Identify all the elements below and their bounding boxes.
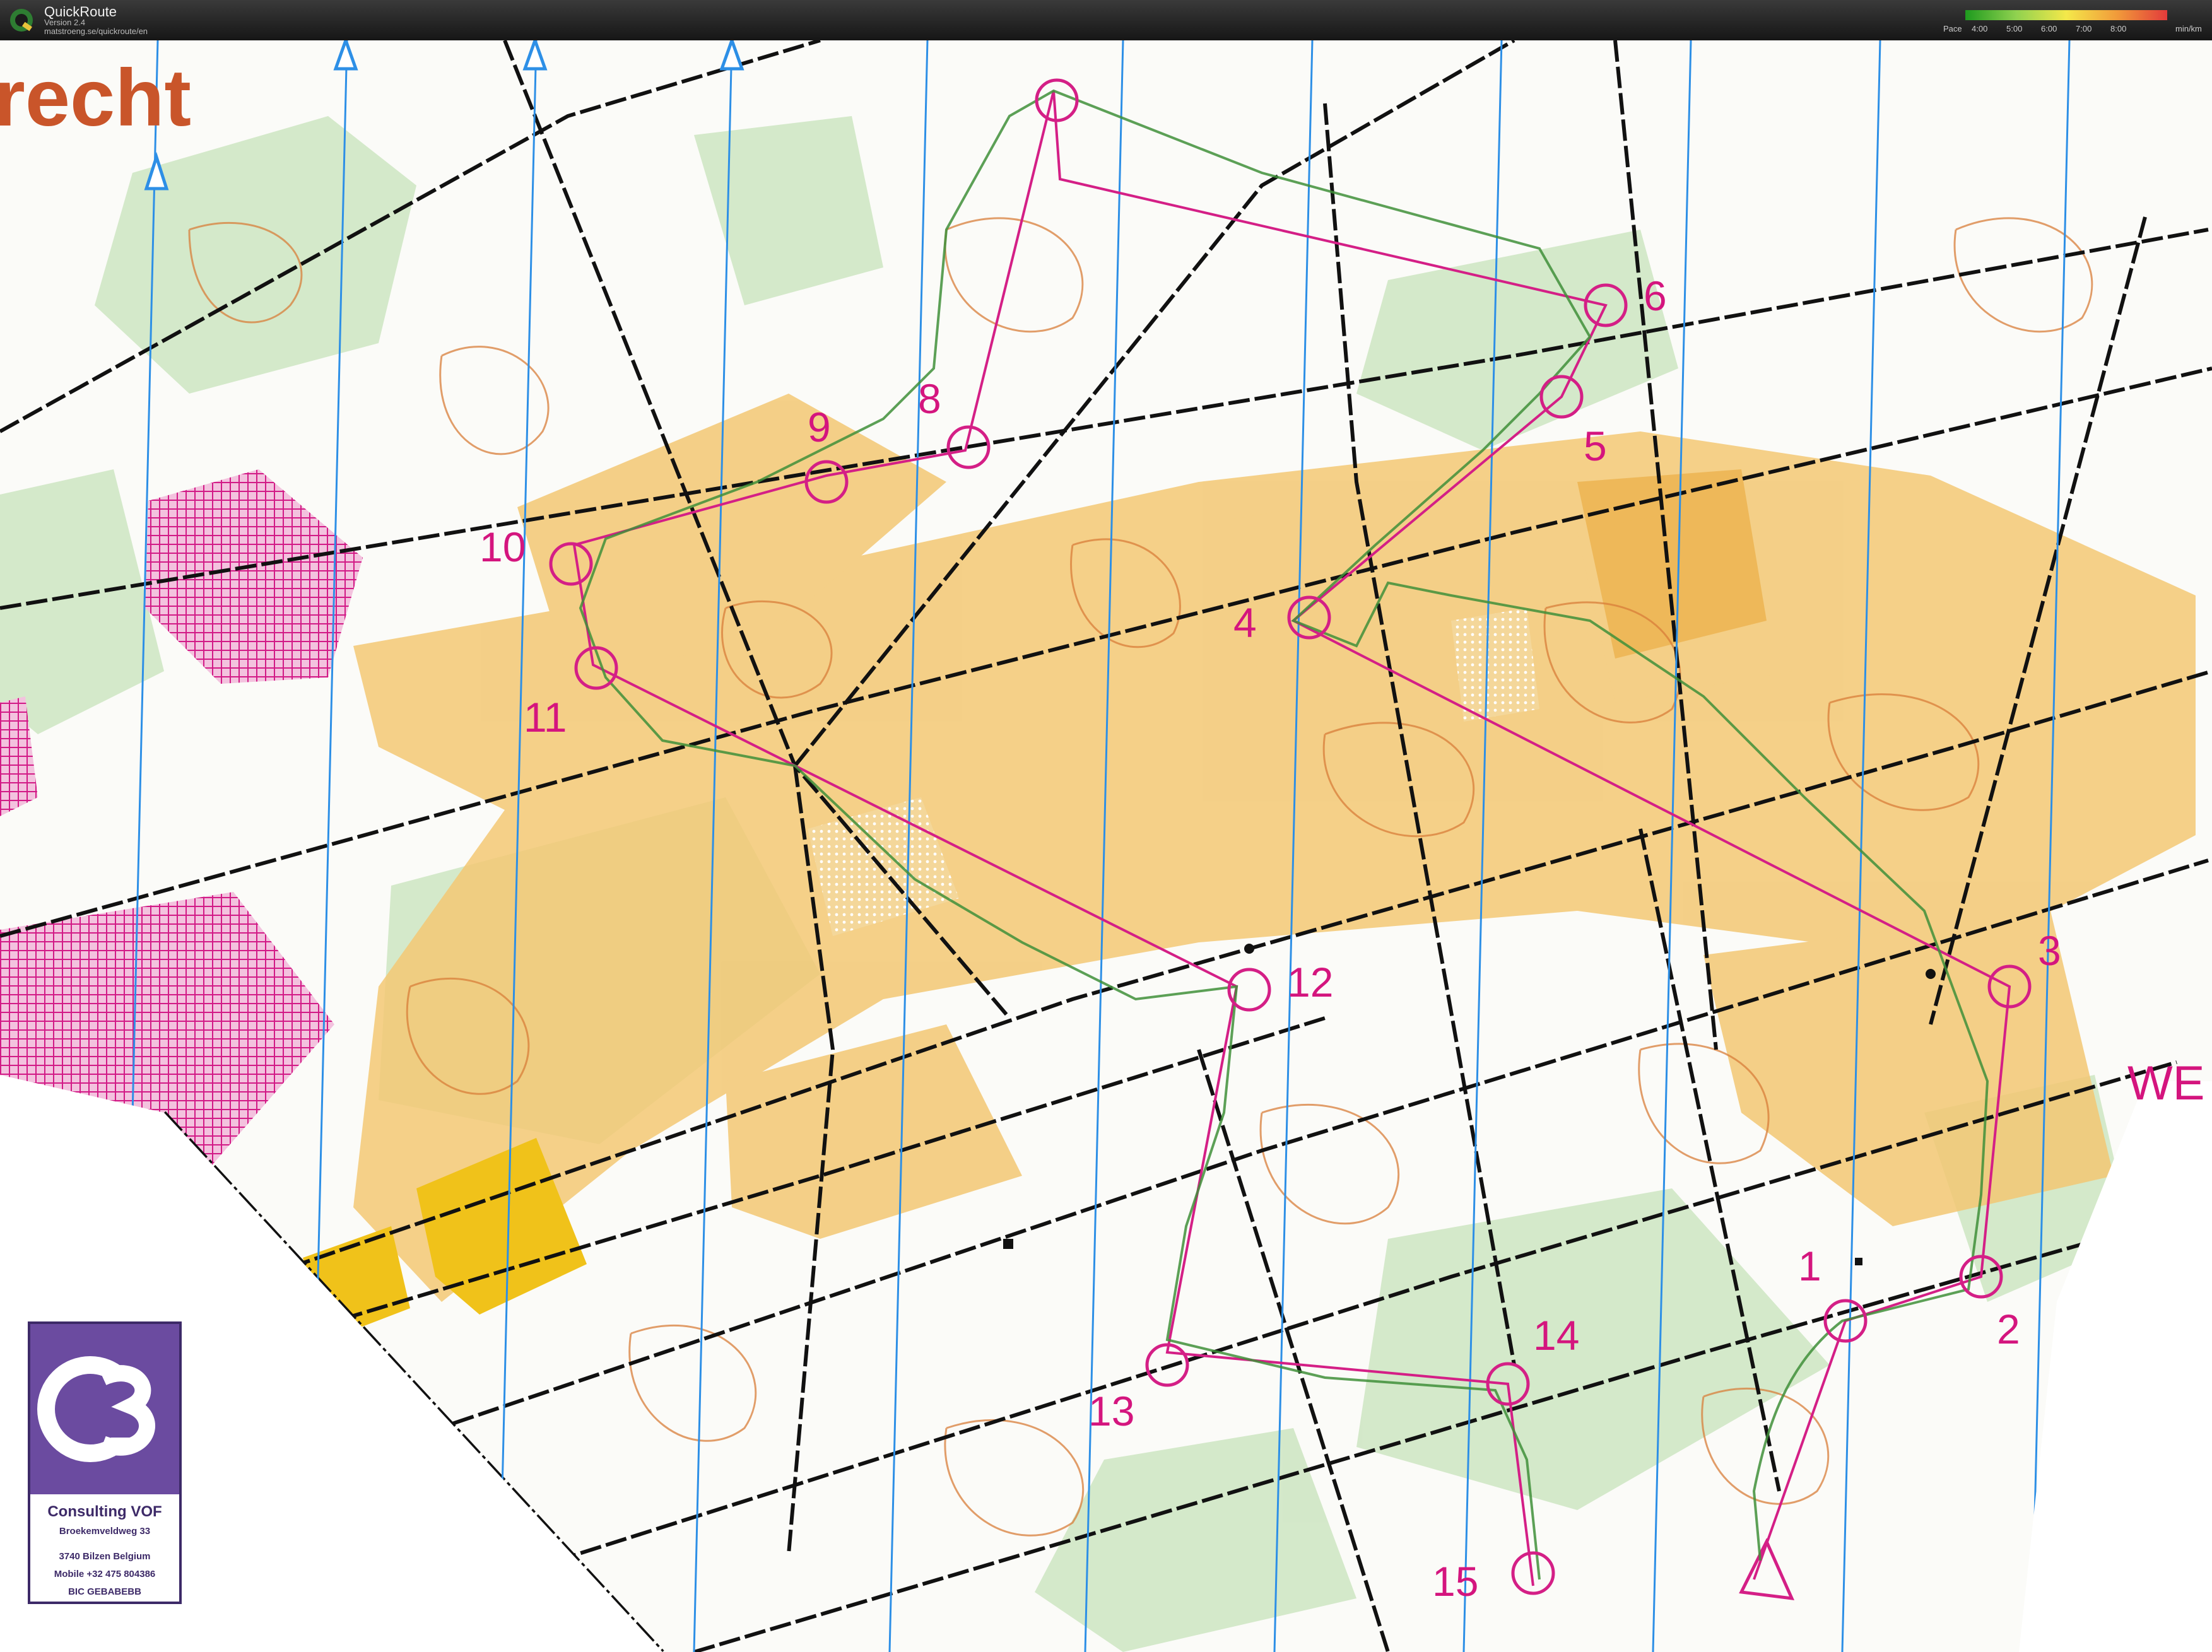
pace-legend-label: Pace: [1943, 24, 1962, 33]
control-number: 2: [1997, 1306, 2020, 1352]
app-version: Version 2.4: [44, 18, 86, 27]
pace-tick: 8:00: [2110, 24, 2127, 33]
map-edge-label: WE: [2127, 1057, 2205, 1110]
control-number: 6: [1644, 272, 1667, 319]
sponsor-name: Consulting VOF: [47, 1503, 162, 1520]
pace-tick: 7:00: [2076, 24, 2092, 33]
sponsor-city: 3740 Bilzen Belgium: [59, 1551, 151, 1562]
control-number: 10: [479, 524, 526, 570]
window-titlebar: QuickRoute Version 2.4 matstroeng.se/qui…: [0, 0, 2212, 40]
dotted-area: [1451, 608, 1539, 722]
control-number: 9: [808, 404, 831, 450]
c3-logo-icon: [37, 1356, 155, 1462]
sponsor-phone: Mobile +32 475 804386: [54, 1569, 156, 1579]
sponsor-street: Broekemveldweg 33: [59, 1526, 151, 1537]
sponsor-logo: [30, 1324, 179, 1494]
control-number: 3: [2038, 927, 2061, 974]
control-number: 14: [1533, 1312, 1580, 1359]
app-url: matstroeng.se/quickroute/en: [44, 26, 148, 36]
pace-unit: min/km: [2175, 24, 2202, 33]
map-title-fragment: recht: [0, 53, 191, 143]
control-number: 8: [918, 375, 941, 422]
control-number: 12: [1287, 959, 1334, 1005]
control-number: 4: [1233, 599, 1257, 646]
quickroute-logo-icon: [10, 9, 33, 32]
sponsor-box: Consulting VOF Broekemveldweg 33 3740 Bi…: [28, 1321, 182, 1604]
pace-tick: 6:00: [2041, 24, 2057, 33]
sponsor-bic: BIC GEBABEBB: [68, 1586, 141, 1597]
orienteering-map[interactable]: recht WE 1 2 3 4 5 6 8 9 10 11 12 13 14 …: [0, 40, 2212, 1652]
control-number: 15: [1432, 1558, 1479, 1605]
start-triangle-icon: [1739, 1538, 1795, 1601]
pace-color-scale: [1965, 10, 2167, 20]
pace-tick: 4:00: [1972, 24, 1988, 33]
control-number: 13: [1088, 1388, 1135, 1434]
control-number: 1: [1798, 1243, 1821, 1289]
control-number: 11: [524, 694, 567, 741]
control-number: 5: [1584, 423, 1607, 469]
pace-tick: 5:00: [2006, 24, 2023, 33]
